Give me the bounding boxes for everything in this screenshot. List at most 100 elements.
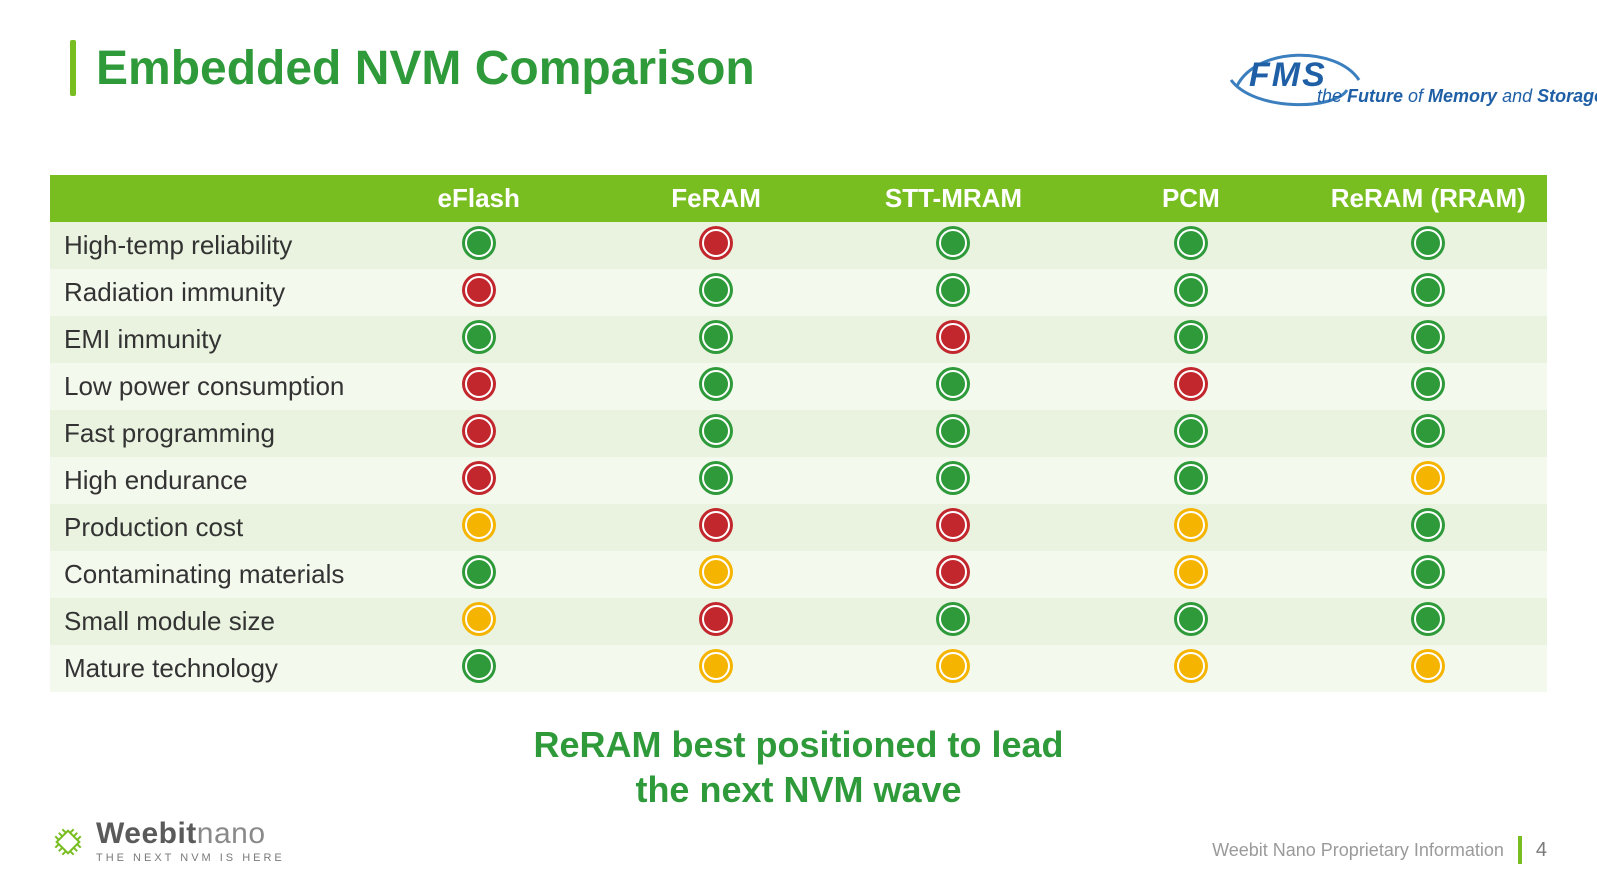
table-header-empty bbox=[50, 175, 360, 222]
table-row: Low power consumption bbox=[50, 363, 1547, 410]
table-row: Radiation immunity bbox=[50, 269, 1547, 316]
yellow-status-icon bbox=[1411, 461, 1445, 495]
green-status-icon bbox=[462, 226, 496, 260]
green-status-icon bbox=[1174, 226, 1208, 260]
status-cell bbox=[835, 551, 1072, 598]
table-row: Mature technology bbox=[50, 645, 1547, 692]
status-cell bbox=[1310, 269, 1547, 316]
footer: Weebitnano THE NEXT NVM IS HERE Weebit N… bbox=[50, 819, 1547, 864]
table-row: High endurance bbox=[50, 457, 1547, 504]
green-status-icon bbox=[699, 461, 733, 495]
red-status-icon bbox=[462, 367, 496, 401]
proprietary-block: Weebit Nano Proprietary Information 4 bbox=[1212, 836, 1547, 864]
status-cell bbox=[835, 222, 1072, 269]
header-row: Embedded NVM Comparison FMS the Future o… bbox=[50, 40, 1547, 115]
green-status-icon bbox=[699, 367, 733, 401]
table-row: Small module size bbox=[50, 598, 1547, 645]
green-status-icon bbox=[462, 555, 496, 589]
proprietary-text: Weebit Nano Proprietary Information bbox=[1212, 840, 1504, 861]
green-status-icon bbox=[1411, 320, 1445, 354]
green-status-icon bbox=[1411, 508, 1445, 542]
green-status-icon bbox=[936, 226, 970, 260]
red-status-icon bbox=[936, 555, 970, 589]
status-cell bbox=[1310, 363, 1547, 410]
status-cell bbox=[835, 598, 1072, 645]
slide: Embedded NVM Comparison FMS the Future o… bbox=[0, 0, 1597, 894]
table-row: Fast programming bbox=[50, 410, 1547, 457]
chip-icon bbox=[50, 824, 86, 860]
status-cell bbox=[597, 457, 834, 504]
status-cell bbox=[360, 222, 597, 269]
yellow-status-icon bbox=[1411, 649, 1445, 683]
green-status-icon bbox=[699, 273, 733, 307]
yellow-status-icon bbox=[1174, 555, 1208, 589]
status-cell bbox=[360, 551, 597, 598]
status-cell bbox=[597, 222, 834, 269]
yellow-status-icon bbox=[699, 649, 733, 683]
green-status-icon bbox=[1174, 273, 1208, 307]
footer-accent-bar bbox=[1518, 836, 1522, 864]
status-cell bbox=[1072, 269, 1309, 316]
status-cell bbox=[1310, 410, 1547, 457]
green-status-icon bbox=[1411, 602, 1445, 636]
status-cell bbox=[360, 410, 597, 457]
conclusion-line2: the next NVM wave bbox=[50, 767, 1547, 812]
fms-tagline: the Future of Memory and Storage bbox=[1317, 86, 1597, 107]
status-cell bbox=[1072, 410, 1309, 457]
red-status-icon bbox=[936, 508, 970, 542]
status-cell bbox=[835, 363, 1072, 410]
status-cell bbox=[360, 598, 597, 645]
row-label: Fast programming bbox=[50, 410, 360, 457]
green-status-icon bbox=[936, 273, 970, 307]
status-cell bbox=[835, 504, 1072, 551]
title-accent-bar bbox=[70, 40, 76, 96]
yellow-status-icon bbox=[462, 508, 496, 542]
green-status-icon bbox=[1411, 273, 1445, 307]
status-cell bbox=[835, 269, 1072, 316]
table-row: High-temp reliability bbox=[50, 222, 1547, 269]
status-cell bbox=[835, 457, 1072, 504]
fms-brand: FMS bbox=[1249, 56, 1327, 95]
status-cell bbox=[597, 645, 834, 692]
title-block: Embedded NVM Comparison bbox=[70, 40, 755, 96]
status-cell bbox=[360, 363, 597, 410]
weebit-text: Weebitnano THE NEXT NVM IS HERE bbox=[96, 819, 285, 864]
row-label: EMI immunity bbox=[50, 316, 360, 363]
row-label: Production cost bbox=[50, 504, 360, 551]
status-cell bbox=[360, 645, 597, 692]
status-cell bbox=[1310, 457, 1547, 504]
row-label: Low power consumption bbox=[50, 363, 360, 410]
green-status-icon bbox=[1174, 602, 1208, 636]
status-cell bbox=[1072, 222, 1309, 269]
green-status-icon bbox=[1174, 320, 1208, 354]
green-status-icon bbox=[1174, 414, 1208, 448]
yellow-status-icon bbox=[936, 649, 970, 683]
status-cell bbox=[597, 504, 834, 551]
yellow-status-icon bbox=[462, 602, 496, 636]
col-header: PCM bbox=[1072, 175, 1309, 222]
green-status-icon bbox=[699, 320, 733, 354]
status-cell bbox=[360, 457, 597, 504]
status-cell bbox=[1072, 363, 1309, 410]
green-status-icon bbox=[936, 602, 970, 636]
yellow-status-icon bbox=[699, 555, 733, 589]
table-row: EMI immunity bbox=[50, 316, 1547, 363]
table-header-row: eFlash FeRAM STT-MRAM PCM ReRAM (RRAM) bbox=[50, 175, 1547, 222]
comparison-table-wrap: eFlash FeRAM STT-MRAM PCM ReRAM (RRAM) H… bbox=[50, 175, 1547, 692]
status-cell bbox=[1310, 222, 1547, 269]
weebit-tagline: THE NEXT NVM IS HERE bbox=[96, 853, 285, 864]
status-cell bbox=[597, 363, 834, 410]
col-header: eFlash bbox=[360, 175, 597, 222]
table-row: Contaminating materials bbox=[50, 551, 1547, 598]
green-status-icon bbox=[1411, 414, 1445, 448]
status-cell bbox=[597, 598, 834, 645]
status-cell bbox=[1310, 316, 1547, 363]
green-status-icon bbox=[699, 414, 733, 448]
red-status-icon bbox=[699, 226, 733, 260]
status-cell bbox=[1072, 598, 1309, 645]
row-label: High-temp reliability bbox=[50, 222, 360, 269]
green-status-icon bbox=[462, 649, 496, 683]
red-status-icon bbox=[1174, 367, 1208, 401]
green-status-icon bbox=[936, 367, 970, 401]
status-cell bbox=[1310, 598, 1547, 645]
